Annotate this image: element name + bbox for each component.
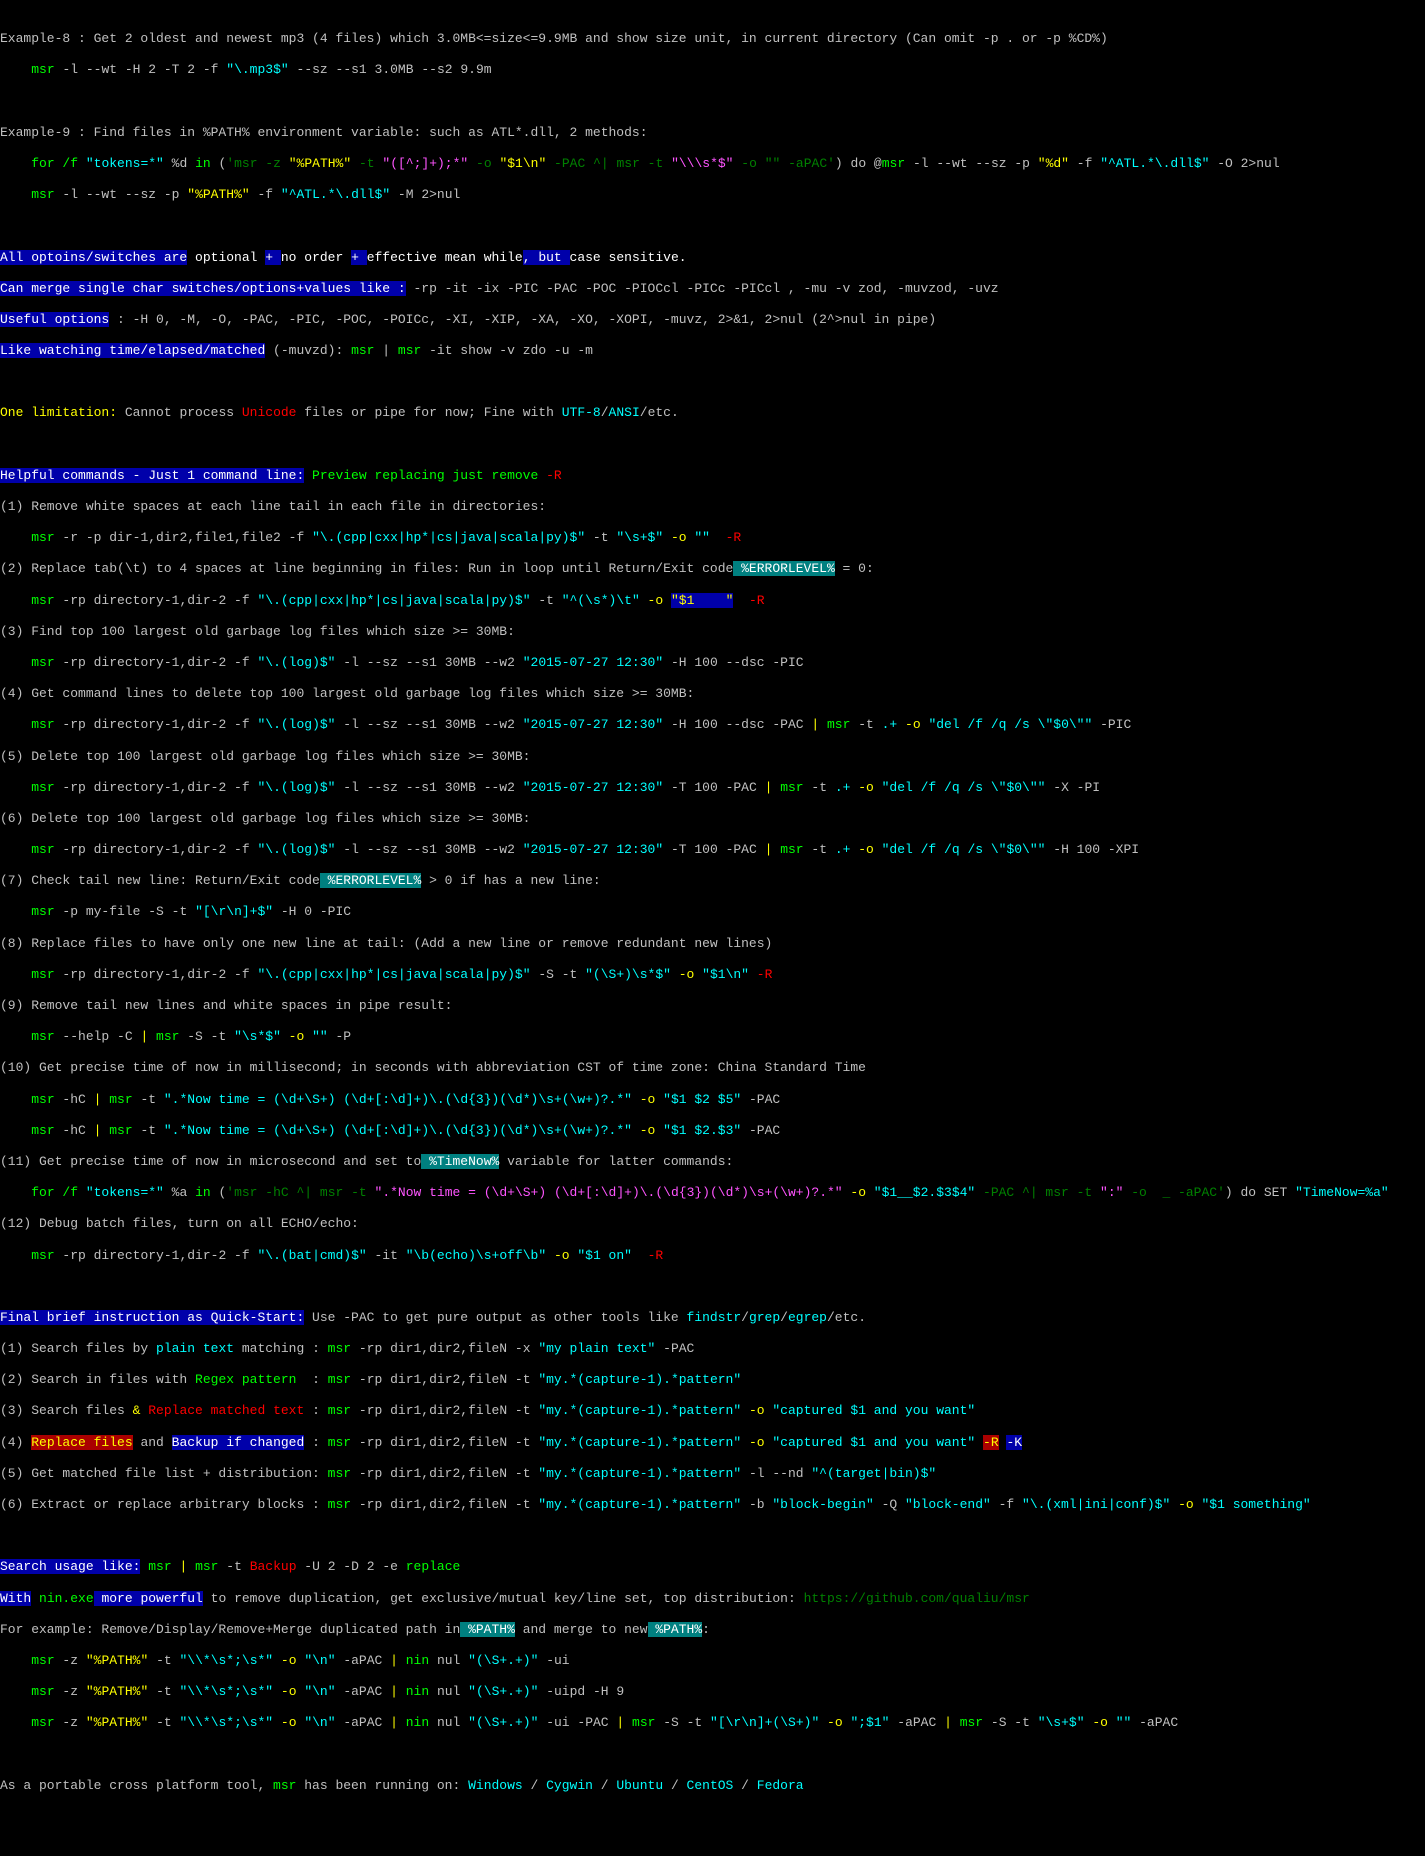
- final-hdr: Final brief instruction as Quick-Start:: [0, 1310, 304, 1325]
- search-usage-hdr: Search usage like:: [0, 1559, 140, 1574]
- helpful-hdr: Helpful commands - Just 1 command line:: [0, 468, 304, 483]
- terminal-output: Example-8 : Get 2 oldest and newest mp3 …: [0, 31, 1425, 1809]
- github-link[interactable]: https://github.com/qualiu/msr: [804, 1591, 1030, 1606]
- msr-cmd: msr: [31, 62, 54, 77]
- ex8-lead: Example-8 : Get 2 oldest and newest mp3 …: [0, 31, 1108, 46]
